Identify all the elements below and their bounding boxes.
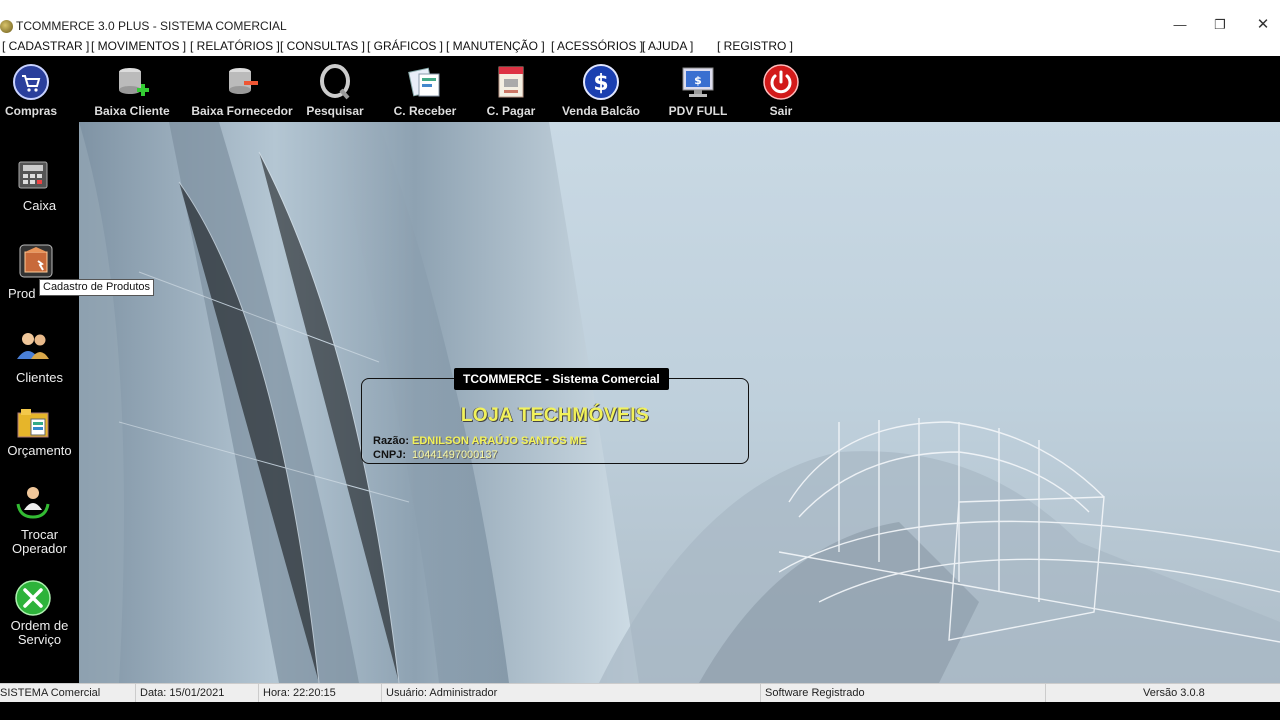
sidebar-item-trocar-operador[interactable]: Trocar Operador (0, 482, 79, 562)
sidebar-item-clientes[interactable]: Clientes (0, 326, 79, 390)
orcamento-label: Orçamento (7, 443, 72, 458)
contas-receber-button[interactable]: C. Receber (390, 56, 460, 122)
status-date: Data: 15/01/2021 (136, 684, 259, 703)
menu-cadastrar[interactable]: [ CADASTRAR ] (2, 39, 89, 53)
status-license: Software Registrado (761, 684, 1046, 703)
store-name: LOJA TECHMÓVEIS (460, 405, 650, 426)
menu-bar: [ CADASTRAR ] [ MOVIMENTOS ] [ RELATÓRIO… (0, 36, 1280, 56)
caixa-label: Caixa (22, 198, 57, 213)
product-box-icon (19, 244, 53, 278)
menu-movimentos[interactable]: [ MOVIMENTOS ] (91, 39, 186, 53)
toolbar: Compras Baixa Cliente Baixa Fornecedor P… (0, 56, 1280, 122)
cnpj-label: CNPJ: (373, 449, 407, 461)
venda-balcao-button[interactable]: $ Venda Balcão (560, 56, 642, 122)
search-icon (320, 64, 350, 100)
compras-button[interactable]: Compras (0, 56, 62, 122)
folder-icon (17, 409, 49, 438)
sidebar: Caixa Prod Clientes Orçamento Trocar Ope… (0, 122, 79, 683)
pdv-full-button[interactable]: $ PDV FULL (666, 56, 730, 122)
window-title: TCOMMERCE 3.0 PLUS - SISTEMA COMERCIAL (16, 19, 287, 33)
status-version: Versão 3.0.8 (1143, 687, 1205, 699)
venda-balcao-label: Venda Balcão (561, 104, 641, 118)
baixa-cliente-button[interactable]: Baixa Cliente (92, 56, 172, 122)
restore-button[interactable]: ❐ (1197, 14, 1243, 36)
status-time: Hora: 22:20:15 (259, 684, 382, 703)
baixa-fornecedor-label: Baixa Fornecedor (191, 104, 293, 118)
tooltip-cadastro-produtos: Cadastro de Produtos (39, 279, 155, 296)
clientes-label: Clientes (16, 370, 63, 385)
razao-value: EDNILSON ARAÚJO SANTOS ME (412, 435, 587, 447)
sidebar-item-caixa[interactable]: Caixa (0, 152, 79, 216)
menu-acessorios[interactable]: [ ACESSÓRIOS ] (551, 39, 643, 53)
svg-text:$: $ (694, 74, 702, 87)
contas-pagar-label: C. Pagar (486, 104, 536, 118)
tools-icon (15, 580, 51, 616)
close-button[interactable]: ✕ (1240, 14, 1280, 36)
menu-registro[interactable]: [ REGISTRO ] (717, 39, 793, 53)
baixa-cliente-label: Baixa Cliente (94, 104, 170, 118)
bottom-edge (0, 702, 1280, 720)
monitor-icon: $ (682, 67, 714, 97)
title-bar: TCOMMERCE 3.0 PLUS - SISTEMA COMERCIAL —… (0, 0, 1280, 36)
power-icon (763, 64, 799, 100)
info-panel-title: TCOMMERCE - Sistema Comercial (454, 368, 669, 390)
compras-label: Compras (4, 104, 57, 118)
contas-receber-label: C. Receber (393, 104, 457, 118)
menu-manutencao[interactable]: [ MANUTENÇÃO ] (446, 39, 545, 53)
sidebar-item-orcamento[interactable]: Orçamento (0, 402, 79, 466)
status-user: Usuário: Administrador (382, 684, 761, 703)
sair-button[interactable]: Sair (758, 56, 804, 122)
pesquisar-button[interactable]: Pesquisar (302, 56, 368, 122)
dollar-icon: $ (583, 64, 619, 100)
database-remove-icon (229, 68, 258, 94)
trocar-label-line1: Trocar (20, 527, 59, 542)
database-add-icon (119, 68, 149, 96)
calculator-icon (18, 161, 48, 189)
switch-user-icon (16, 487, 50, 519)
cnpj-value: 10441497000137 (412, 449, 498, 461)
baixa-fornecedor-button[interactable]: Baixa Fornecedor (190, 56, 294, 122)
ordem-label-line2: Serviço (17, 632, 62, 647)
razao-label: Razão: (373, 435, 410, 447)
receivable-icon (408, 67, 440, 97)
cart-icon (13, 64, 49, 100)
contas-pagar-button[interactable]: C. Pagar (482, 56, 540, 122)
menu-graficos[interactable]: [ GRÁFICOS ] (367, 39, 443, 53)
menu-ajuda[interactable]: [ AJUDA ] (642, 39, 693, 53)
payable-icon (498, 66, 524, 98)
trocar-label-line2: Operador (12, 541, 67, 556)
sair-label: Sair (769, 104, 793, 118)
status-system: SISTEMA Comercial (0, 684, 136, 703)
svg-text:$: $ (593, 71, 608, 96)
pesquisar-label: Pesquisar (306, 104, 364, 118)
sidebar-item-ordem-servico[interactable]: Ordem de Serviço (0, 578, 79, 658)
menu-consultas[interactable]: [ CONSULTAS ] (280, 39, 365, 53)
users-icon (17, 333, 49, 359)
pdv-full-label: PDV FULL (668, 104, 728, 118)
app-logo-icon (0, 20, 13, 33)
status-bar: SISTEMA Comercial Data: 15/01/2021 Hora:… (0, 683, 1280, 703)
ordem-label-line1: Ordem de (10, 618, 69, 633)
menu-relatorios[interactable]: [ RELATÓRIOS ] (190, 39, 280, 53)
